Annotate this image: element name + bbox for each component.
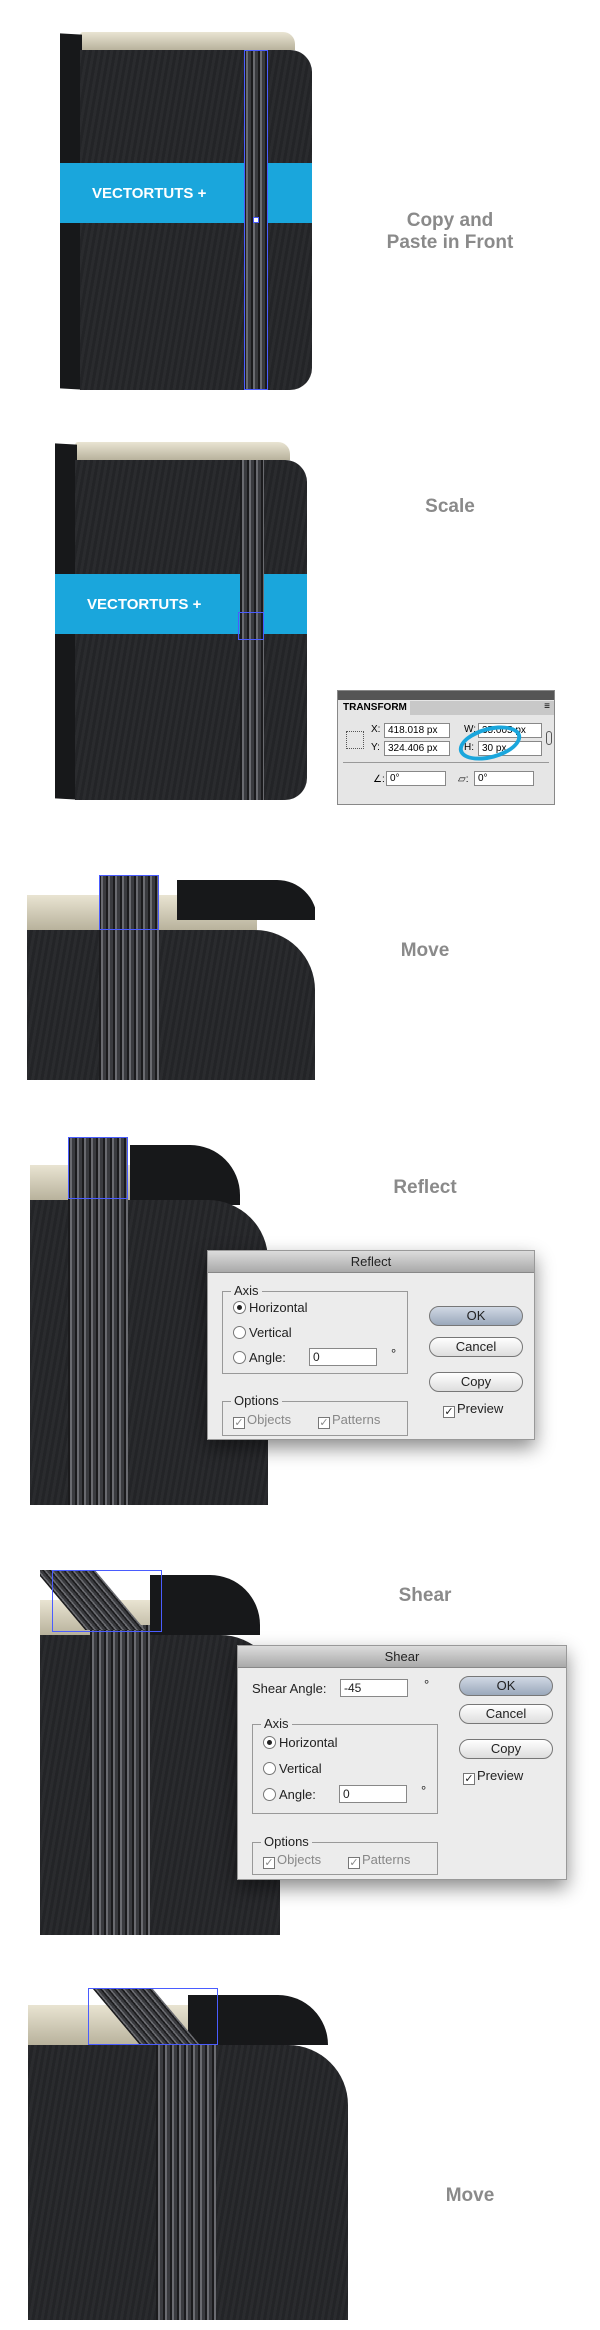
copy-button[interactable]: Copy <box>459 1739 553 1759</box>
degree-symbol: ° <box>421 1783 427 1798</box>
angle-field[interactable]: 0 <box>309 1348 377 1366</box>
cancel-button[interactable]: Cancel <box>429 1337 523 1357</box>
move-crop-2 <box>28 1985 348 2320</box>
checkbox-objects[interactable]: ✓ Objects <box>263 1852 321 1869</box>
options-legend: Options <box>261 1834 312 1849</box>
radio-angle[interactable]: Angle: <box>233 1350 286 1365</box>
angle-field[interactable]: 0 <box>339 1785 407 1803</box>
dialog-title: Shear <box>238 1646 566 1668</box>
step-label: Shear <box>398 1585 452 1606</box>
transform-panel: TRANSFORM ≡ X: 418.018 px Y: 324.406 px … <box>337 690 555 805</box>
shear-angle-field[interactable]: -45 <box>340 1679 408 1697</box>
checkbox-preview[interactable]: ✓ Preview <box>443 1401 503 1418</box>
step-label: Move <box>445 2185 495 2206</box>
book-label: VECTORTUTS + <box>92 185 207 202</box>
book-label: VECTORTUTS + <box>87 596 202 613</box>
cancel-button[interactable]: Cancel <box>459 1704 553 1724</box>
ok-button[interactable]: OK <box>429 1306 523 1326</box>
ok-button[interactable]: OK <box>459 1676 553 1696</box>
shear-icon: ▱: <box>458 774 469 785</box>
x-label: X: <box>371 724 381 735</box>
shear-field[interactable]: 0° <box>474 771 534 786</box>
radio-horizontal[interactable]: Horizontal <box>233 1300 308 1315</box>
panel-menu-icon[interactable]: ≡ <box>410 701 554 715</box>
y-field[interactable]: 324.406 px <box>384 741 450 756</box>
degree-symbol: ° <box>424 1677 430 1692</box>
checkbox-preview[interactable]: ✓ Preview <box>463 1768 523 1785</box>
radio-angle[interactable]: Angle: <box>263 1787 316 1802</box>
rotate-field[interactable]: 0° <box>386 771 446 786</box>
degree-symbol: ° <box>391 1346 397 1361</box>
options-legend: Options <box>231 1393 282 1408</box>
step-label: Copy and Paste in Front <box>386 210 514 253</box>
axis-legend: Axis <box>261 1716 292 1731</box>
checkbox-patterns[interactable]: ✓ Patterns <box>348 1852 410 1869</box>
move-crop-1 <box>27 860 315 1080</box>
step-label: Move <box>400 940 450 961</box>
y-label: Y: <box>371 742 380 753</box>
checkbox-objects[interactable]: ✓ Objects <box>233 1412 291 1429</box>
tab-transform[interactable]: TRANSFORM <box>338 701 410 715</box>
copy-button[interactable]: Copy <box>429 1372 523 1392</box>
checkbox-patterns[interactable]: ✓ Patterns <box>318 1412 380 1429</box>
radio-vertical[interactable]: Vertical <box>233 1325 292 1340</box>
radio-horizontal[interactable]: Horizontal <box>263 1735 338 1750</box>
step-label: Scale <box>425 496 475 517</box>
constrain-link-icon[interactable] <box>546 731 552 745</box>
axis-legend: Axis <box>231 1283 262 1298</box>
book-band: VECTORTUTS + <box>60 163 312 223</box>
reference-point-icon[interactable] <box>346 731 364 749</box>
radio-vertical[interactable]: Vertical <box>263 1761 322 1776</box>
shear-angle-label: Shear Angle: <box>252 1681 327 1696</box>
dialog-title: Reflect <box>208 1251 534 1273</box>
shear-dialog: Shear Shear Angle: -45 ° Axis Horizontal… <box>237 1645 567 1880</box>
reflect-dialog: Reflect Axis Horizontal Vertical Angle: … <box>207 1250 535 1440</box>
step-label: Reflect <box>393 1177 457 1198</box>
x-field[interactable]: 418.018 px <box>384 723 450 738</box>
rotate-icon: ∠: <box>373 774 385 785</box>
